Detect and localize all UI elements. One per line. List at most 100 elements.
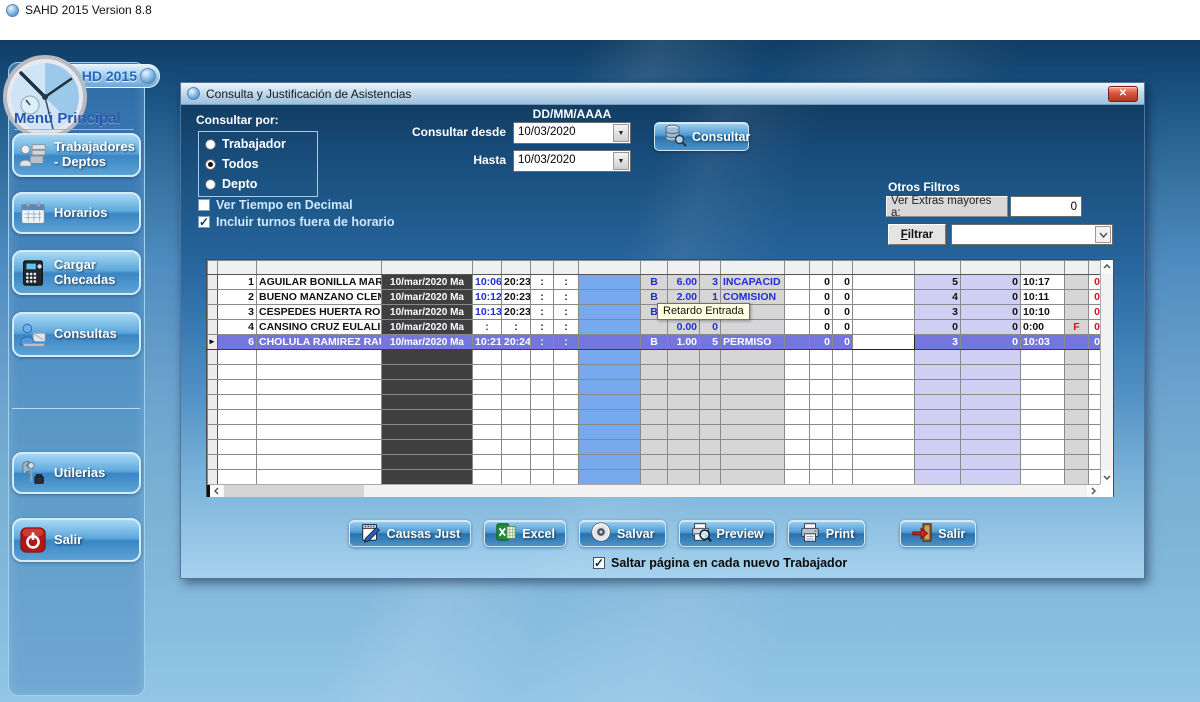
cell-desc-sal[interactable] — [853, 335, 915, 350]
cell-desc-sal[interactable] — [853, 380, 915, 395]
cell-num[interactable]: 4 — [218, 320, 257, 335]
cell-sin-horario[interactable] — [579, 410, 641, 425]
row-selector[interactable] — [208, 455, 218, 470]
cell-just-ent[interactable] — [700, 365, 721, 380]
cell-num[interactable] — [218, 425, 257, 440]
cell-extras-triple[interactable]: 0 — [961, 335, 1021, 350]
checkbox-option[interactable]: Incluir turnos fuera de horario — [198, 214, 395, 230]
cell-fecha[interactable] — [382, 410, 473, 425]
cell-r-ent[interactable] — [641, 440, 668, 455]
cell-sc[interactable]: : — [531, 320, 554, 335]
cell-tiempo[interactable] — [1021, 365, 1065, 380]
cell-ent[interactable] — [473, 395, 502, 410]
cell-desc-ent[interactable]: PERMISO — [721, 335, 785, 350]
cell-desc-sal[interactable] — [853, 410, 915, 425]
cell-falta[interactable] — [1065, 440, 1089, 455]
column-header[interactable] — [257, 261, 382, 275]
cell-ent[interactable]: : — [473, 320, 502, 335]
cell-min-ent[interactable] — [668, 395, 700, 410]
cell-min-sal[interactable]: 0 — [810, 290, 833, 305]
cell-nombre[interactable]: CHOLULA RAMIREZ RAU — [257, 335, 382, 350]
cell-just-ent[interactable] — [700, 380, 721, 395]
row-selector[interactable] — [208, 275, 218, 290]
cell-num[interactable]: 2 — [218, 290, 257, 305]
cell-min-sal[interactable] — [810, 350, 833, 365]
cell-r-sal[interactable] — [785, 470, 810, 485]
cell-min-sal[interactable]: 0 — [810, 275, 833, 290]
cell-falta[interactable] — [1065, 470, 1089, 485]
column-header[interactable] — [961, 261, 1021, 275]
cell-sal[interactable] — [502, 365, 531, 380]
cell-num[interactable] — [218, 470, 257, 485]
table-row[interactable]: 3 CESPEDES HUERTA ROBE 10/mar/2020 Ma 10… — [208, 305, 1103, 320]
cell-desc-ent[interactable] — [721, 320, 785, 335]
cell-r-ent[interactable] — [641, 410, 668, 425]
cell-sal[interactable]: 20:23 — [502, 275, 531, 290]
cell-nombre[interactable] — [257, 440, 382, 455]
cell-fecha[interactable] — [382, 470, 473, 485]
cell-desc-ent[interactable]: INCAPACID — [721, 275, 785, 290]
cell-desc-sal[interactable] — [853, 290, 915, 305]
cell-sc[interactable] — [531, 425, 554, 440]
cell-r-sal[interactable] — [785, 305, 810, 320]
cell-sal[interactable] — [502, 425, 531, 440]
cell-nombre[interactable]: CESPEDES HUERTA ROBE — [257, 305, 382, 320]
cell-min-sal[interactable] — [810, 455, 833, 470]
row-selector[interactable] — [208, 380, 218, 395]
filter-combo[interactable] — [951, 224, 1113, 245]
cell-desc-ent[interactable] — [721, 350, 785, 365]
salvar-button[interactable]: Salvar — [579, 520, 666, 547]
cell-extras[interactable]: 3 — [915, 305, 961, 320]
cell-min-sal[interactable] — [810, 425, 833, 440]
cell-ec[interactable] — [554, 380, 579, 395]
cell-r-sal[interactable] — [785, 320, 810, 335]
cell-just-sal[interactable]: 0 — [833, 305, 853, 320]
cell-min-sal[interactable] — [810, 440, 833, 455]
column-header[interactable] — [554, 261, 579, 275]
cell-r-sal[interactable] — [785, 365, 810, 380]
cell-sin-horario[interactable] — [579, 380, 641, 395]
cell-extras[interactable] — [915, 425, 961, 440]
column-header[interactable] — [853, 261, 915, 275]
cell-extras[interactable] — [915, 470, 961, 485]
cell-sal[interactable]: 20:23 — [502, 305, 531, 320]
cell-sal[interactable] — [502, 395, 531, 410]
cell-sc[interactable] — [531, 455, 554, 470]
cell-desc-ent[interactable] — [721, 440, 785, 455]
cell-min-ent[interactable] — [668, 440, 700, 455]
cell-r-sal[interactable] — [785, 395, 810, 410]
column-header[interactable] — [208, 261, 218, 275]
scroll-right-icon[interactable] — [1087, 485, 1100, 497]
cell-just-ent[interactable]: 3 — [700, 275, 721, 290]
cell-ent[interactable] — [473, 470, 502, 485]
cell-sal[interactable]: 20:23 — [502, 290, 531, 305]
scroll-left-icon[interactable] — [210, 485, 223, 497]
cell-num[interactable] — [218, 350, 257, 365]
row-selector[interactable] — [208, 395, 218, 410]
cell-sc[interactable] — [531, 395, 554, 410]
cell-sin-horario[interactable] — [579, 425, 641, 440]
row-selector[interactable] — [208, 335, 218, 350]
cell-num[interactable] — [218, 410, 257, 425]
cell-r-ent[interactable] — [641, 350, 668, 365]
row-selector[interactable] — [208, 290, 218, 305]
cell-just-sal[interactable] — [833, 410, 853, 425]
cell-just-ent[interactable] — [700, 455, 721, 470]
cell-sal[interactable] — [502, 470, 531, 485]
cell-fecha[interactable]: 10/mar/2020 Ma — [382, 290, 473, 305]
table-row[interactable] — [208, 395, 1103, 410]
cell-r-ent[interactable] — [641, 455, 668, 470]
cell-ec[interactable] — [554, 455, 579, 470]
cell-sal[interactable]: 20:24 — [502, 335, 531, 350]
cell-falta[interactable] — [1065, 425, 1089, 440]
sidebar-item-consultas[interactable]: Consultas — [12, 312, 141, 357]
column-header[interactable] — [700, 261, 721, 275]
cell-r-ent[interactable] — [641, 380, 668, 395]
cell-tiempo[interactable]: 0:00 — [1021, 320, 1065, 335]
cell-sc[interactable]: : — [531, 290, 554, 305]
row-selector[interactable] — [208, 365, 218, 380]
cell-num[interactable]: 1 — [218, 275, 257, 290]
cell-extras[interactable] — [915, 380, 961, 395]
cell-num[interactable] — [218, 440, 257, 455]
cell-nombre[interactable]: BUENO MANZANO CLEM — [257, 290, 382, 305]
